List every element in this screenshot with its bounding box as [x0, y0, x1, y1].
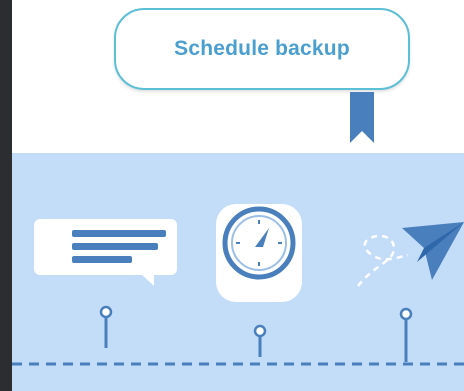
bookmark-icon	[350, 92, 374, 143]
timeline-pin-1	[99, 305, 113, 348]
illustration	[12, 92, 464, 366]
stage: Schedule backup	[12, 0, 464, 391]
paper-plane-icon	[357, 222, 464, 287]
message-bubble-icon	[34, 219, 177, 286]
stopwatch-icon	[216, 204, 302, 302]
timeline-pin-2	[253, 324, 267, 357]
timeline-pin-3	[399, 307, 413, 362]
